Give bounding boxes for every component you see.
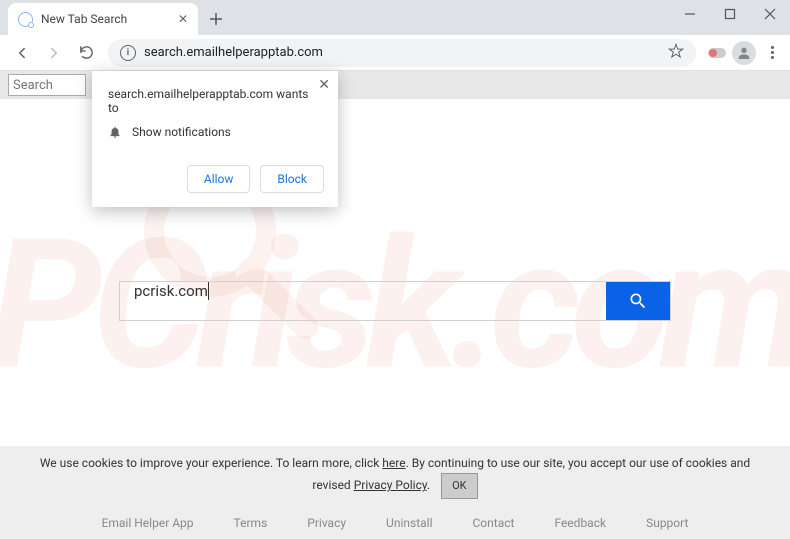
footer-link[interactable]: Contact: [472, 516, 514, 530]
url-text: search.emailhelperapptab.com: [144, 45, 660, 60]
dialog-title: search.emailhelperapptab.com wants to: [108, 87, 322, 115]
notification-permission-dialog: ✕ search.emailhelperapptab.com wants to …: [92, 71, 338, 207]
privacy-policy-link[interactable]: Privacy Policy: [354, 478, 427, 492]
main-search-button[interactable]: [606, 282, 670, 320]
footer-link[interactable]: Terms: [234, 516, 268, 530]
bell-icon: [108, 125, 122, 139]
footer-link[interactable]: Privacy: [307, 516, 346, 530]
close-dialog-button[interactable]: ✕: [318, 77, 330, 93]
cookie-learn-more-link[interactable]: here: [382, 456, 405, 470]
bookmark-star-icon[interactable]: [668, 43, 684, 63]
search-icon: [18, 12, 33, 27]
footer-link[interactable]: Feedback: [554, 516, 606, 530]
cookie-ok-button[interactable]: OK: [441, 473, 477, 499]
cookie-notice: We use cookies to improve your experienc…: [0, 446, 790, 507]
footer-link[interactable]: Email Helper App: [102, 516, 194, 530]
close-window-button[interactable]: [750, 0, 790, 28]
footer-link[interactable]: Uninstall: [386, 516, 432, 530]
block-button[interactable]: Block: [260, 165, 324, 193]
maximize-button[interactable]: [710, 0, 750, 28]
main-search-input[interactable]: pcrisk.com: [120, 282, 606, 320]
browser-menu-button[interactable]: [762, 40, 782, 65]
tab-title: New Tab Search: [41, 12, 170, 26]
profile-button[interactable]: [732, 41, 756, 65]
site-info-icon[interactable]: i: [120, 45, 136, 61]
permission-label: Show notifications: [132, 125, 231, 139]
extension-icon[interactable]: [708, 48, 726, 58]
close-tab-button[interactable]: ✕: [178, 12, 188, 26]
forward-button[interactable]: [40, 39, 68, 67]
cookie-text: .: [427, 478, 430, 492]
allow-button[interactable]: Allow: [187, 165, 251, 193]
main-search-container: pcrisk.com: [119, 281, 671, 321]
browser-toolbar: i search.emailhelperapptab.com: [0, 35, 790, 71]
new-tab-button[interactable]: [202, 5, 230, 33]
reload-button[interactable]: [72, 39, 100, 67]
minimize-button[interactable]: [670, 0, 710, 28]
cookie-text: We use cookies to improve your experienc…: [40, 456, 382, 470]
footer-link[interactable]: Support: [646, 516, 688, 530]
browser-tab[interactable]: New Tab Search ✕: [8, 3, 198, 35]
address-bar[interactable]: i search.emailhelperapptab.com: [108, 39, 696, 67]
page-footer: Email Helper App Terms Privacy Uninstall…: [0, 507, 790, 539]
back-button[interactable]: [8, 39, 36, 67]
secondary-search-input[interactable]: [8, 74, 86, 96]
